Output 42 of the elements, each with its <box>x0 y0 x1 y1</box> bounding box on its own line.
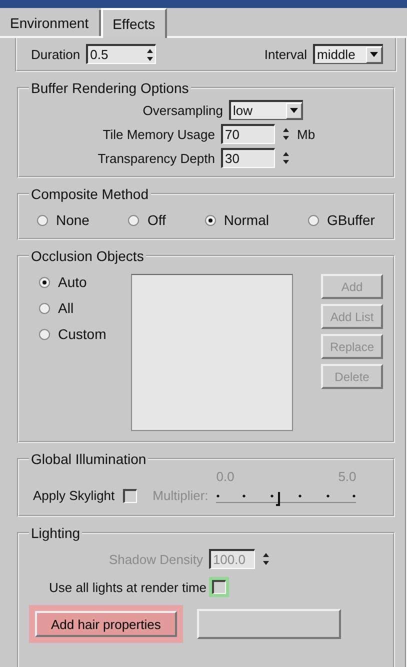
scrollbar[interactable] <box>405 38 407 667</box>
add-hair-button[interactable]: Add hair properties <box>35 611 177 637</box>
blank-button[interactable] <box>196 609 341 639</box>
tile-memory-field[interactable]: 70 <box>221 124 275 144</box>
radio-icon[interactable] <box>39 302 50 314</box>
interval-dropdown[interactable]: middle <box>313 44 383 64</box>
radio-icon[interactable] <box>128 214 140 226</box>
radio-icon[interactable] <box>39 276 50 288</box>
radio-icon[interactable] <box>308 214 319 226</box>
radio-option[interactable]: GBuffer <box>308 212 375 228</box>
checkbox-label: Apply Skylight <box>33 488 115 503</box>
radio-option[interactable]: Off <box>128 212 166 228</box>
tab[interactable]: Effects <box>100 8 168 38</box>
slider-label: Multiplier: <box>152 488 208 503</box>
checkbox[interactable] <box>122 489 137 503</box>
group-title: Buffer Rendering Options <box>30 80 190 96</box>
radio-option[interactable]: Normal <box>204 212 269 228</box>
radio-icon[interactable] <box>204 214 216 226</box>
field-label: Tile Memory Usage <box>102 126 215 142</box>
group-title: Occlusion Objects <box>30 248 145 264</box>
slider-min-label: 0.0 <box>216 469 234 484</box>
group-title: Lighting <box>30 525 82 541</box>
field-label: Shadow Density <box>109 552 203 566</box>
radio-icon[interactable] <box>37 214 48 226</box>
field-label: Oversampling <box>142 102 223 118</box>
field-label: Interval <box>264 46 307 62</box>
radio-icon[interactable] <box>39 328 50 340</box>
group-title: Global Illumination <box>30 451 148 467</box>
radio-option[interactable]: All <box>39 300 113 316</box>
slider-max-label: 5.0 <box>338 469 356 484</box>
radio-option[interactable]: None <box>37 212 90 228</box>
unit-label: Mb <box>297 126 316 142</box>
transparency-depth-field[interactable]: 30 <box>221 148 275 168</box>
object-list[interactable] <box>131 274 293 431</box>
field-label: Duration <box>31 46 80 62</box>
duration-field[interactable]: 0.5 <box>86 44 156 64</box>
radio-option[interactable]: Auto <box>39 274 113 290</box>
field-label: Transparency Depth <box>98 150 215 166</box>
checkbox-label: Use all lights at render time <box>49 580 207 594</box>
radio-option[interactable]: Custom <box>39 326 113 342</box>
oversampling-dropdown[interactable]: low <box>229 100 303 120</box>
group-title: Composite Method <box>30 186 150 202</box>
